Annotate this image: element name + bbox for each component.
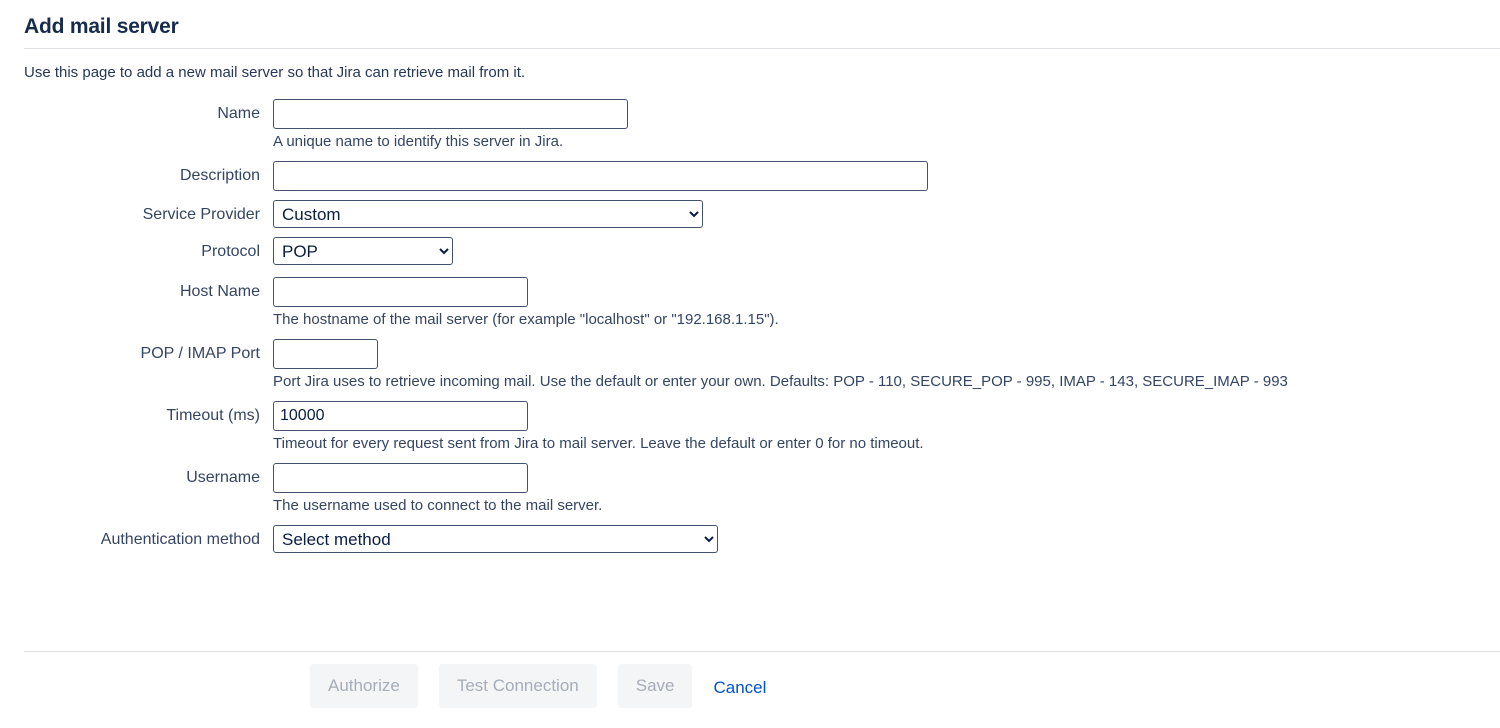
control-username: The username used to connect to the mail… [273,463,1500,516]
label-timeout: Timeout (ms) [166,407,260,424]
field-row-description: Description [0,161,1500,191]
control-host-name: The hostname of the mail server (for exa… [273,277,1500,330]
authorize-button[interactable]: Authorize [310,664,418,708]
test-connection-button[interactable]: Test Connection [438,664,597,708]
field-row-name: Name A unique name to identify this serv… [0,99,1500,152]
control-auth-method: Select method [273,525,1500,553]
description-input[interactable] [273,161,928,191]
service-provider-select[interactable]: Custom [273,200,703,228]
help-host-name: The hostname of the mail server (for exa… [273,311,779,328]
label-protocol: Protocol [201,243,260,260]
header-divider [24,48,1500,49]
page-header: Add mail server [0,0,1500,49]
field-row-port: POP / IMAP Port Port Jira uses to retrie… [0,339,1500,392]
field-row-timeout: Timeout (ms) Timeout for every request s… [0,401,1500,454]
control-description [273,161,1500,191]
add-mail-server-page: Add mail server Use this page to add a n… [0,0,1500,728]
protocol-select[interactable]: POP [273,237,453,265]
control-name: A unique name to identify this server in… [273,99,1500,152]
footer-divider [24,651,1500,652]
mail-server-form: Name A unique name to identify this serv… [0,99,1500,553]
field-row-auth-method: Authentication method Select method [0,525,1500,553]
control-port: Port Jira uses to retrieve incoming mail… [273,339,1500,392]
field-row-username: Username The username used to connect to… [0,463,1500,516]
timeout-input[interactable] [273,401,528,431]
field-row-host-name: Host Name The hostname of the mail serve… [0,277,1500,330]
label-name: Name [217,105,260,122]
field-row-service-provider: Service Provider Custom [0,200,1500,228]
port-input[interactable] [273,339,378,369]
control-protocol: POP [273,237,1500,265]
label-service-provider: Service Provider [142,206,260,223]
page-intro-text: Use this page to add a new mail server s… [24,64,526,81]
help-username: The username used to connect to the mail… [273,497,603,514]
control-service-provider: Custom [273,200,1500,228]
label-host-name: Host Name [179,283,260,300]
cancel-link[interactable]: Cancel [713,675,766,698]
help-name: A unique name to identify this server in… [273,133,564,150]
control-timeout: Timeout for every request sent from Jira… [273,401,1500,454]
label-description: Description [179,167,260,184]
save-button[interactable]: Save [617,664,693,708]
name-input[interactable] [273,99,628,129]
auth-method-select[interactable]: Select method [273,525,718,553]
field-row-protocol: Protocol POP [0,237,1500,265]
label-auth-method: Authentication method [100,531,260,548]
form-actions: Authorize Test Connection Save Cancel [310,664,766,708]
username-input[interactable] [273,463,528,493]
label-port: POP / IMAP Port [140,345,260,362]
help-timeout: Timeout for every request sent from Jira… [273,435,924,452]
host-name-input[interactable] [273,277,528,307]
label-username: Username [186,469,260,486]
help-port: Port Jira uses to retrieve incoming mail… [273,373,1288,390]
page-title: Add mail server [24,15,179,38]
